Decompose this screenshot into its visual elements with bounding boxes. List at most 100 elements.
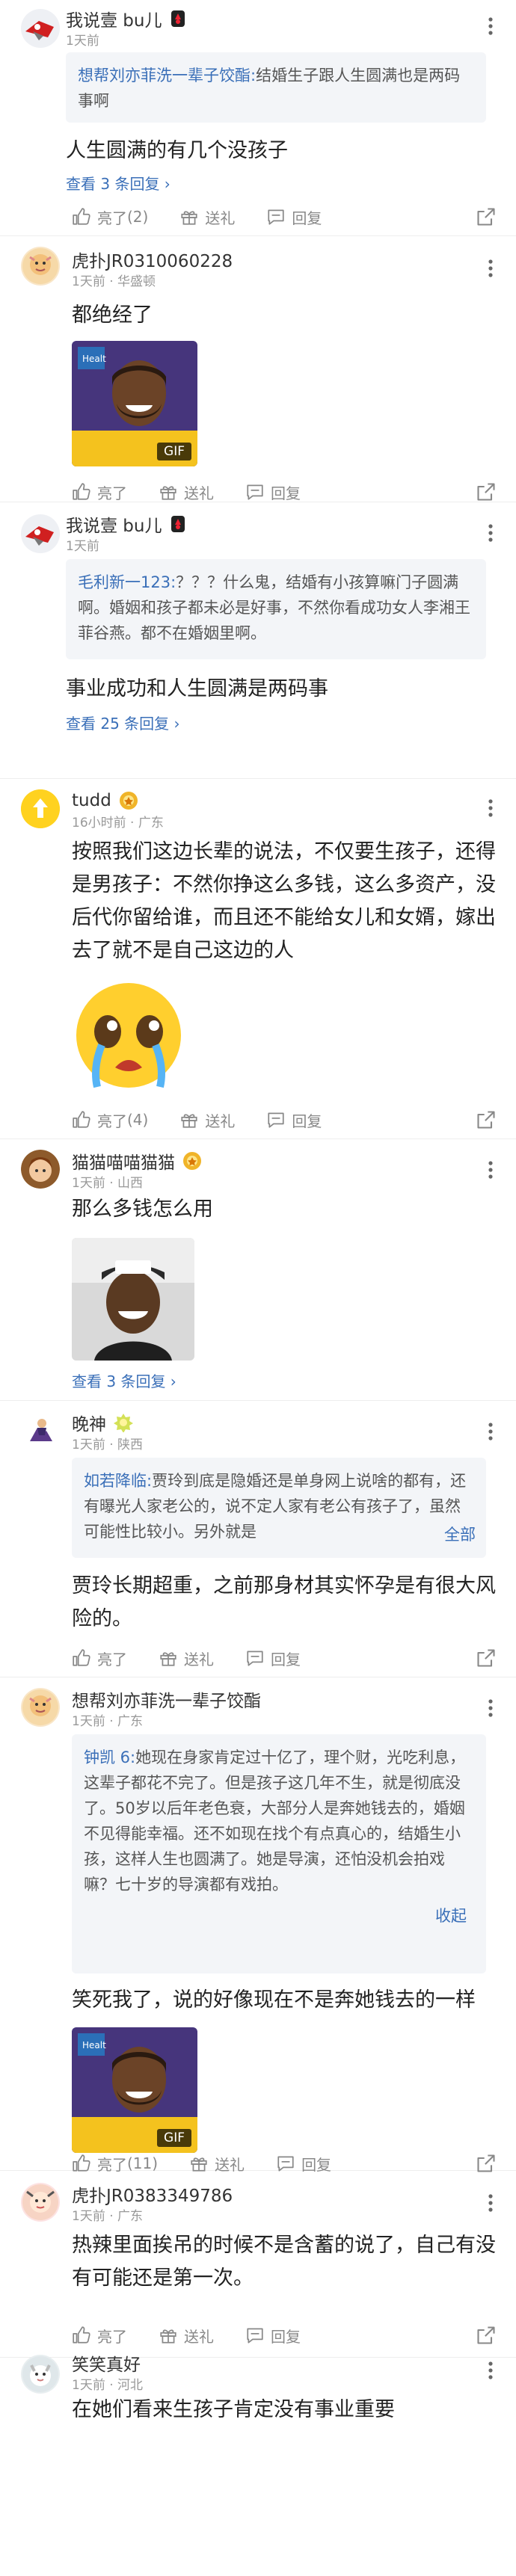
reply-button[interactable]: 回复 — [245, 2325, 301, 2347]
action-bar: 亮了 (4) 送礼 回复 — [72, 1105, 501, 1135]
gift-icon — [159, 2326, 178, 2345]
more-options-icon[interactable] — [483, 522, 498, 544]
quoted-comment[interactable]: 想帮刘亦菲洗一辈子饺酯:结婚生子跟人生圆满也是两码事啊 — [66, 52, 486, 123]
avatar[interactable] — [21, 1150, 60, 1189]
quoted-comment[interactable]: 毛利新一123:？？？什么鬼，结婚有小孩算嘛门子圆满啊。婚姻和孩子都未必是好事，… — [66, 559, 486, 659]
gif-badge: GIF — [157, 2129, 191, 2147]
view-replies-link[interactable]: 查看 3 条回复 › — [66, 169, 171, 199]
comment-meta: 1天前 · 陕西 — [72, 1438, 144, 1452]
gif-image[interactable]: GIF — [72, 341, 197, 466]
like-button[interactable]: 亮了 (4) — [72, 1109, 148, 1131]
more-options-icon[interactable] — [483, 257, 498, 280]
view-replies-link[interactable]: 查看 3 条回复 › — [72, 1366, 176, 1396]
comment-meta: 16小时前 · 广东 — [72, 816, 164, 831]
like-button[interactable]: 亮了 (2) — [72, 206, 148, 228]
share-icon[interactable] — [476, 206, 497, 227]
gift-button[interactable]: 送礼 — [159, 1648, 214, 1669]
gift-button[interactable]: 送礼 — [179, 1109, 235, 1131]
like-icon — [72, 1648, 91, 1668]
gift-icon — [179, 1110, 199, 1130]
share-icon[interactable] — [476, 2325, 497, 2346]
quote-author[interactable]: 想帮刘亦菲洗一辈子饺酯: — [78, 67, 256, 84]
comment-meta: 1天前 — [66, 539, 99, 554]
comment-meta: 1天前 — [66, 34, 99, 49]
more-options-icon[interactable] — [483, 1697, 498, 1719]
like-button[interactable]: 亮了 — [72, 1648, 127, 1669]
comment-item: 我说壹 bu儿 1天前 毛利新一123:？？？什么鬼，结婚有小孩算嘛门子圆满啊。… — [0, 502, 516, 779]
comment-item: 猫猫喵喵猫猫 1天前 · 山西 那么多钱怎么用 查看 3 条回复 › — [0, 1139, 516, 1401]
like-icon — [72, 2326, 91, 2345]
username[interactable]: 想帮刘亦菲洗一辈子饺酯 — [72, 1686, 261, 1712]
view-replies-link[interactable]: 查看 25 条回复 › — [66, 709, 180, 739]
comment-meta: 1天前 · 广东 — [72, 1714, 144, 1729]
more-options-icon[interactable] — [483, 15, 498, 37]
smiling-player-image — [72, 1238, 194, 1361]
avatar[interactable] — [21, 789, 60, 828]
reply-button[interactable]: 回复 — [245, 1648, 301, 1669]
level-badge-icon — [182, 1151, 202, 1171]
gift-button[interactable]: 送礼 — [179, 206, 235, 228]
avatar[interactable] — [21, 9, 60, 48]
gift-icon — [179, 207, 199, 227]
gif-image[interactable]: GIF — [72, 2027, 197, 2153]
username[interactable]: 猫猫喵喵猫猫 — [72, 1148, 175, 1174]
username[interactable]: 笑笑真好 — [72, 2350, 141, 2376]
comment-meta: 1天前 · 山西 — [72, 1176, 144, 1191]
more-options-icon[interactable] — [483, 2359, 498, 2382]
comment-meta: 1天前 · 河北 — [72, 2378, 144, 2393]
share-icon[interactable] — [476, 1109, 497, 1130]
username[interactable]: 我说壹 bu儿 — [66, 511, 162, 537]
comment-item: 笑笑真好 1天前 · 河北 在她们看来生孩子肯定没有事业重要 — [0, 2355, 516, 2426]
quoted-comment[interactable]: 如若降临:贾玲到底是隐婚还是单身网上说啥的都有，还有曝光人家老公的，说不定人家有… — [72, 1458, 486, 1558]
collapse-quote-link[interactable]: 收起 — [84, 1903, 474, 1929]
username[interactable]: 晚神 — [72, 1410, 106, 1435]
like-button[interactable]: 亮了 — [72, 2325, 127, 2347]
more-options-icon[interactable] — [483, 797, 498, 819]
avatar[interactable] — [21, 514, 60, 553]
quote-author[interactable]: 毛利新一123: — [78, 573, 176, 591]
quote-author[interactable]: 钟凯 6: — [84, 1748, 135, 1766]
avatar[interactable] — [21, 2355, 60, 2394]
reply-button[interactable]: 回复 — [266, 206, 322, 228]
reply-button[interactable]: 回复 — [266, 1109, 322, 1131]
gift-button[interactable]: 送礼 — [159, 2325, 214, 2347]
username[interactable]: 虎扑JR0383349786 — [72, 2181, 233, 2207]
avatar[interactable] — [21, 1688, 60, 1727]
like-icon — [72, 207, 91, 227]
comment-item: 虎扑JR0310060228 1天前 · 华盛顿 都绝经了 GIF 亮了 送礼 … — [0, 236, 516, 502]
comment-item: 虎扑JR0383349786 1天前 · 广东 热辣里面挨吊的时候不是含蓄的说了… — [0, 2171, 516, 2358]
action-bar: 亮了 送礼 回复 — [72, 2320, 501, 2350]
gift-button[interactable]: 送礼 — [159, 481, 214, 503]
gift-icon — [159, 1648, 178, 1668]
expand-quote-link[interactable]: 全部 — [435, 1522, 476, 1547]
crying-face-icon — [76, 983, 181, 1088]
quote-author[interactable]: 如若降临: — [84, 1472, 152, 1490]
avatar[interactable] — [21, 247, 60, 286]
comment-text: 都绝经了 — [72, 303, 153, 327]
more-options-icon[interactable] — [483, 2192, 498, 2214]
reply-icon — [266, 207, 286, 227]
comment-text: 按照我们这边长辈的说法，不仅要生孩子，还得是男孩子：不然你挣这么多钱，这么多资产… — [72, 840, 496, 962]
comment-text: 笑死我了，说的好像现在不是奔她钱去的一样 — [72, 1988, 476, 2012]
comment-text: 热辣里面挨吊的时候不是含蓄的说了，自己有没有可能还是第一次。 — [72, 2234, 496, 2290]
share-icon[interactable] — [476, 1648, 497, 1668]
like-icon — [72, 482, 91, 502]
like-button[interactable]: 亮了 — [72, 481, 127, 503]
level-badge-icon — [170, 514, 189, 534]
more-options-icon[interactable] — [483, 1420, 498, 1443]
crying-emoji-sticker[interactable] — [72, 979, 185, 1091]
username[interactable]: 我说壹 bu儿 — [66, 6, 162, 31]
action-bar: 亮了 (2) 送礼 回复 — [72, 202, 501, 232]
player-photo[interactable] — [72, 1238, 194, 1361]
more-options-icon[interactable] — [483, 1159, 498, 1181]
gif-badge: GIF — [157, 443, 191, 460]
username[interactable]: 虎扑JR0310060228 — [72, 247, 233, 272]
avatar[interactable] — [21, 1411, 60, 1450]
comment-item: 晚神 1天前 · 陕西 如若降临:贾玲到底是隐婚还是单身网上说啥的都有，还有曝光… — [0, 1401, 516, 1677]
quote-text: 她现在身家肯定过十亿了，理个财，光吃利息，这辈子都花不完了。但是孩子这几年不生，… — [84, 1748, 466, 1894]
share-icon[interactable] — [476, 481, 497, 502]
reply-button[interactable]: 回复 — [245, 481, 301, 503]
username[interactable]: tudd — [72, 791, 111, 810]
quoted-comment[interactable]: 钟凯 6:她现在身家肯定过十亿了，理个财，光吃利息，这辈子都花不完了。但是孩子这… — [72, 1734, 486, 1973]
avatar[interactable] — [21, 2183, 60, 2222]
